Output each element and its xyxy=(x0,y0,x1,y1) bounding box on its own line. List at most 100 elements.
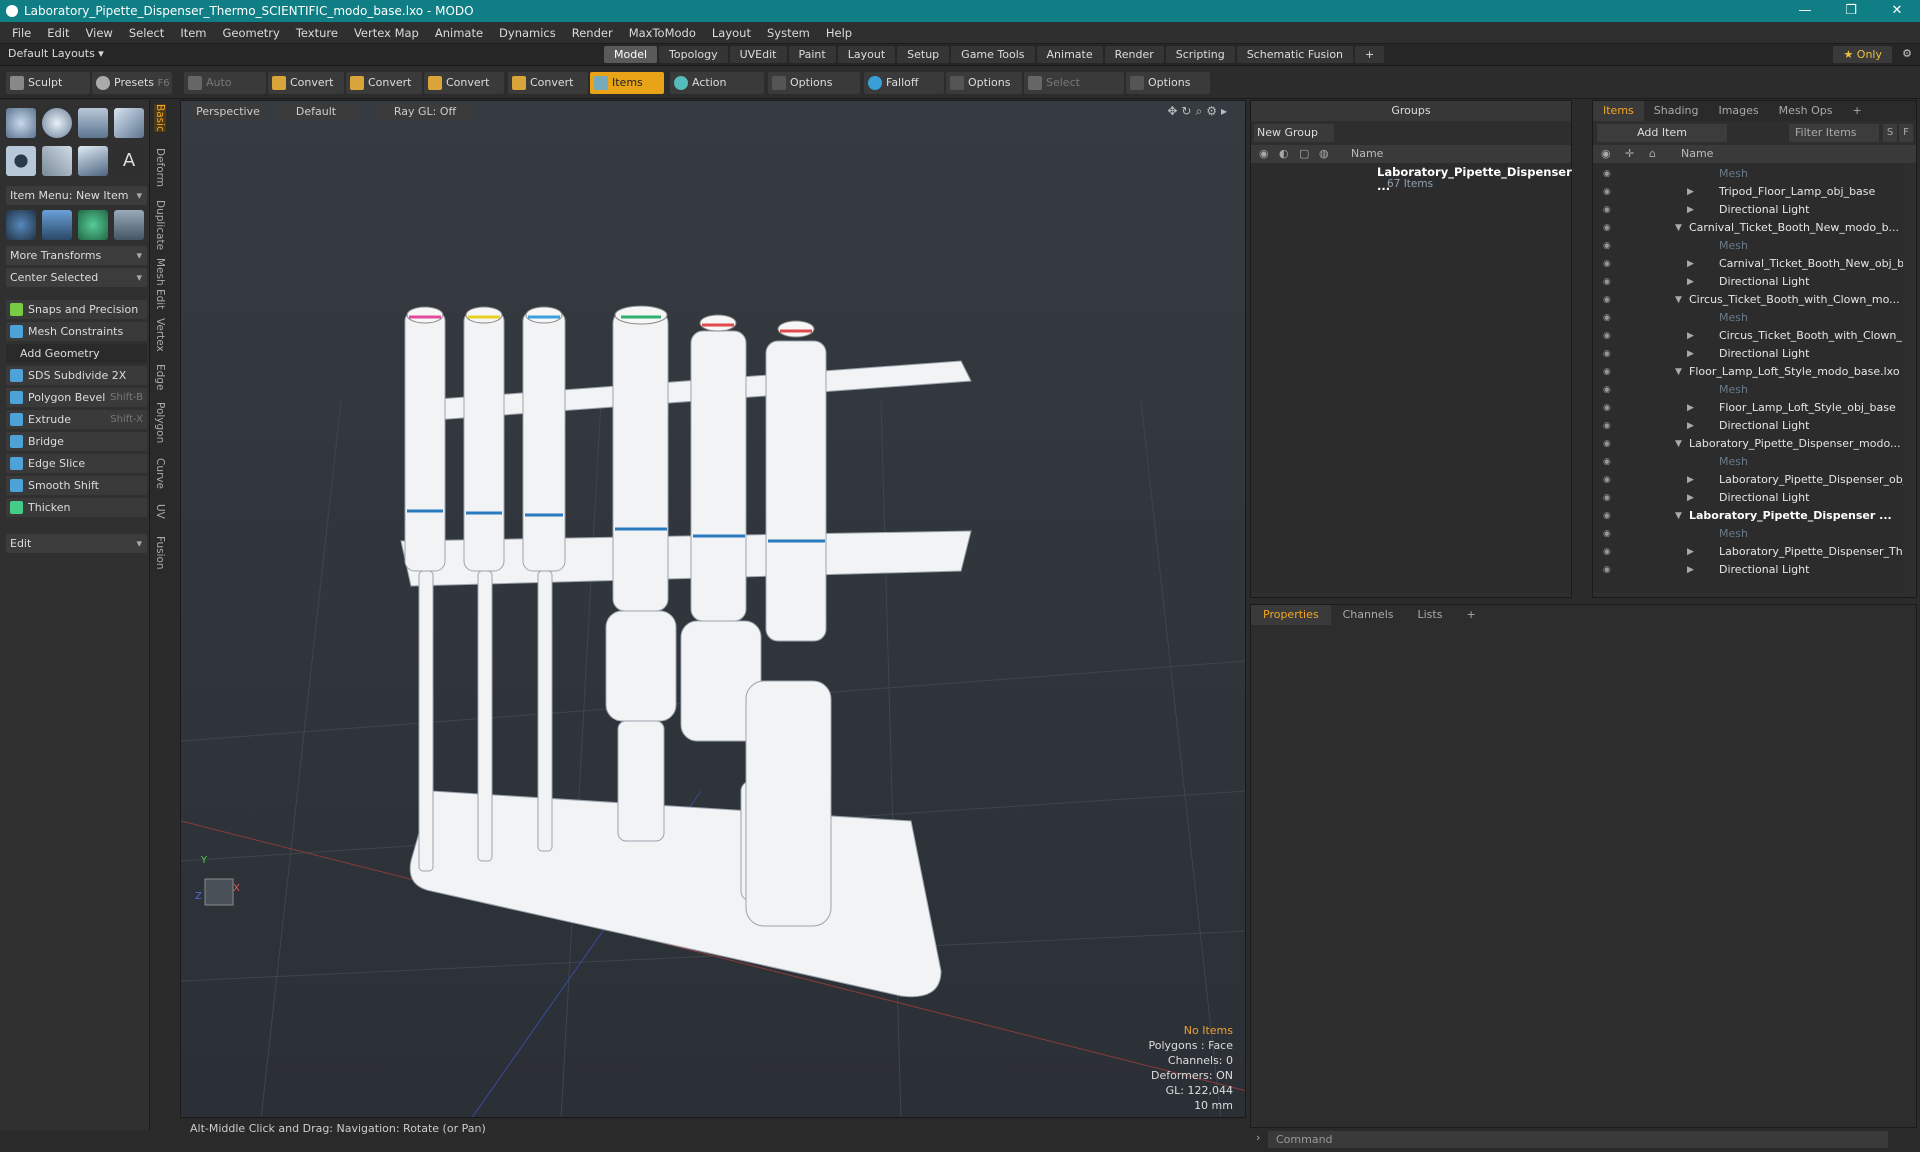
menu-render[interactable]: Render xyxy=(564,26,621,40)
visibility-eye-icon[interactable]: ◉ xyxy=(1603,543,1611,561)
lock-icon[interactable]: ▢ xyxy=(1299,147,1309,160)
expand-arrow-icon[interactable]: ▼ xyxy=(1675,219,1682,237)
tab-animate[interactable]: Animate xyxy=(1036,46,1103,63)
tab-layout[interactable]: Layout xyxy=(837,46,896,63)
tab-shading[interactable]: Shading xyxy=(1644,101,1709,121)
visibility-eye-icon[interactable]: ◉ xyxy=(1603,507,1611,525)
cone-icon[interactable] xyxy=(114,108,144,138)
item-row[interactable]: ◉ ▶ Circus_Ticket_Booth_with_Clown_... xyxy=(1593,327,1903,345)
select-icon[interactable]: ◍ xyxy=(1319,147,1329,160)
menu-file[interactable]: File xyxy=(4,26,39,40)
item-row[interactable]: ◉ ▶ Floor_Lamp_Loft_Style_obj_base xyxy=(1593,399,1903,417)
visibility-eye-icon[interactable]: ◉ xyxy=(1603,201,1611,219)
menu-edit[interactable]: Edit xyxy=(39,26,77,40)
visibility-eye-icon[interactable]: ◉ xyxy=(1603,291,1611,309)
tab-images[interactable]: Images xyxy=(1708,101,1768,121)
maximize-button[interactable]: ❐ xyxy=(1828,0,1874,22)
vtab-edge[interactable]: Edge xyxy=(154,364,166,390)
view-type-button[interactable]: Perspective xyxy=(193,104,263,120)
select-through-button[interactable]: Select Through xyxy=(1024,72,1124,111)
expand-arrow-icon[interactable]: ▶ xyxy=(1687,201,1694,219)
expand-arrow-icon[interactable]: ▶ xyxy=(1687,489,1694,507)
tab-mesh-ops[interactable]: Mesh Ops xyxy=(1769,101,1843,121)
grid-icon[interactable] xyxy=(42,210,72,240)
menu-help[interactable]: Help xyxy=(818,26,860,40)
transform-icon[interactable] xyxy=(6,210,36,240)
expand-arrow-icon[interactable]: ▼ xyxy=(1675,291,1682,309)
lock-icon[interactable]: ⌂ xyxy=(1649,147,1656,160)
minimize-button[interactable]: — xyxy=(1782,0,1828,22)
expand-arrow-icon[interactable]: ▶ xyxy=(1687,417,1694,435)
menu-select[interactable]: Select xyxy=(121,26,172,40)
add-panel-tab[interactable]: + xyxy=(1843,101,1872,121)
menu-dynamics[interactable]: Dynamics xyxy=(491,26,564,40)
center-selected-dropdown[interactable]: Center Selected xyxy=(6,268,147,287)
vtab-curve[interactable]: Curve xyxy=(154,458,166,489)
item-row[interactable]: ◉ ▶ Directional Light xyxy=(1593,273,1903,291)
expand-arrow-icon[interactable]: ▼ xyxy=(1675,435,1682,453)
only-toggle[interactable]: ★ Only xyxy=(1833,46,1892,63)
items-mode-button[interactable]: Items xyxy=(590,72,664,94)
f-button[interactable]: F xyxy=(1899,124,1913,142)
gear-icon[interactable]: ⚙ xyxy=(1902,47,1912,60)
expand-arrow-icon[interactable]: ▶ xyxy=(1687,255,1694,273)
visibility-eye-icon[interactable]: ◉ xyxy=(1603,417,1611,435)
visibility-eye-icon[interactable]: ◉ xyxy=(1603,345,1611,363)
expand-arrow-icon[interactable]: ▶ xyxy=(1687,471,1694,489)
thicken-button[interactable]: Thicken xyxy=(6,498,147,517)
edge-slice-button[interactable]: Edge Slice xyxy=(6,454,147,473)
item-row[interactable]: ◉ ▶ Directional Light xyxy=(1593,561,1903,579)
expand-arrow-icon[interactable]: ▶ xyxy=(1687,183,1694,201)
sculpt-button[interactable]: Sculpt xyxy=(6,72,90,94)
visibility-eye-icon[interactable]: ◉ xyxy=(1603,489,1611,507)
vtab-vertex[interactable]: Vertex xyxy=(154,318,166,352)
item-row[interactable]: ◉ Mesh xyxy=(1593,165,1903,183)
item-row[interactable]: ◉ ▶ Directional Light xyxy=(1593,417,1903,435)
options-button-2[interactable]: Options xyxy=(946,72,1022,94)
action-center-button[interactable]: Action Center xyxy=(670,72,764,111)
visibility-eye-icon[interactable]: ◉ xyxy=(1603,399,1611,417)
add-props-tab[interactable]: + xyxy=(1454,605,1487,625)
extrude-button[interactable]: Extrude Shift-X xyxy=(6,410,147,429)
item-row[interactable]: ◉ Mesh xyxy=(1593,381,1903,399)
menu-maxtomodo[interactable]: MaxToModo xyxy=(621,26,704,40)
visibility-eye-icon[interactable]: ◉ xyxy=(1603,165,1611,183)
options-button-3[interactable]: Options xyxy=(1126,72,1210,94)
mesh-constraints-button[interactable]: Mesh Constraints xyxy=(6,322,147,341)
menu-layout[interactable]: Layout xyxy=(704,26,759,40)
new-group-button[interactable]: New Group xyxy=(1254,124,1334,142)
raygl-toggle[interactable]: Ray GL: Off xyxy=(377,104,473,120)
pen-icon[interactable] xyxy=(42,146,72,176)
tab-paint[interactable]: Paint xyxy=(788,46,836,63)
item-row[interactable]: ◉ ▶ Laboratory_Pipette_Dispenser_obj... xyxy=(1593,471,1903,489)
auto-select-button[interactable]: Auto Select xyxy=(184,72,266,111)
tab-schematic-fusion[interactable]: Schematic Fusion xyxy=(1236,46,1354,63)
menu-vertex-map[interactable]: Vertex Map xyxy=(346,26,427,40)
menu-view[interactable]: View xyxy=(78,26,121,40)
globe-icon[interactable] xyxy=(78,210,108,240)
menu-geometry[interactable]: Geometry xyxy=(215,26,288,40)
expand-arrow-icon[interactable]: ▶ xyxy=(1687,345,1694,363)
expand-arrow-icon[interactable]: ▶ xyxy=(1687,327,1694,345)
menu-item[interactable]: Item xyxy=(172,26,214,40)
visibility-eye-icon[interactable]: ◉ xyxy=(1603,327,1611,345)
close-button[interactable]: ✕ xyxy=(1874,0,1920,22)
tab-properties[interactable]: Properties xyxy=(1251,605,1331,625)
item-row[interactable]: ◉ Mesh xyxy=(1593,309,1903,327)
expand-arrow-icon[interactable]: ▼ xyxy=(1675,507,1682,525)
item-row[interactable]: ◉ ▼ Carnival_Ticket_Booth_New_modo_b... xyxy=(1593,219,1903,237)
item-row[interactable]: ◉ ▼ Floor_Lamp_Loft_Style_modo_base.lxo xyxy=(1593,363,1903,381)
item-row[interactable]: ◉ ▼ Laboratory_Pipette_Dispenser ... xyxy=(1593,507,1903,525)
visibility-eye-icon[interactable]: ◉ xyxy=(1603,273,1611,291)
vtab-duplicate[interactable]: Duplicate xyxy=(154,200,166,250)
item-row[interactable]: ◉ Mesh xyxy=(1593,453,1903,471)
item-row[interactable]: ◉ ▶ Tripod_Floor_Lamp_obj_base xyxy=(1593,183,1903,201)
visibility-eye-icon[interactable]: ◉ xyxy=(1603,471,1611,489)
visibility-eye-icon[interactable]: ◉ xyxy=(1603,183,1611,201)
smooth-shift-button[interactable]: Smooth Shift xyxy=(6,476,147,495)
command-input[interactable]: Command xyxy=(1268,1131,1888,1148)
item-row[interactable]: ◉ Mesh xyxy=(1593,237,1903,255)
falloff-button[interactable]: Falloff xyxy=(864,72,944,94)
edit-dropdown[interactable]: Edit xyxy=(6,534,147,553)
item-row[interactable]: ◉ ▶ Carnival_Ticket_Booth_New_obj_b... xyxy=(1593,255,1903,273)
